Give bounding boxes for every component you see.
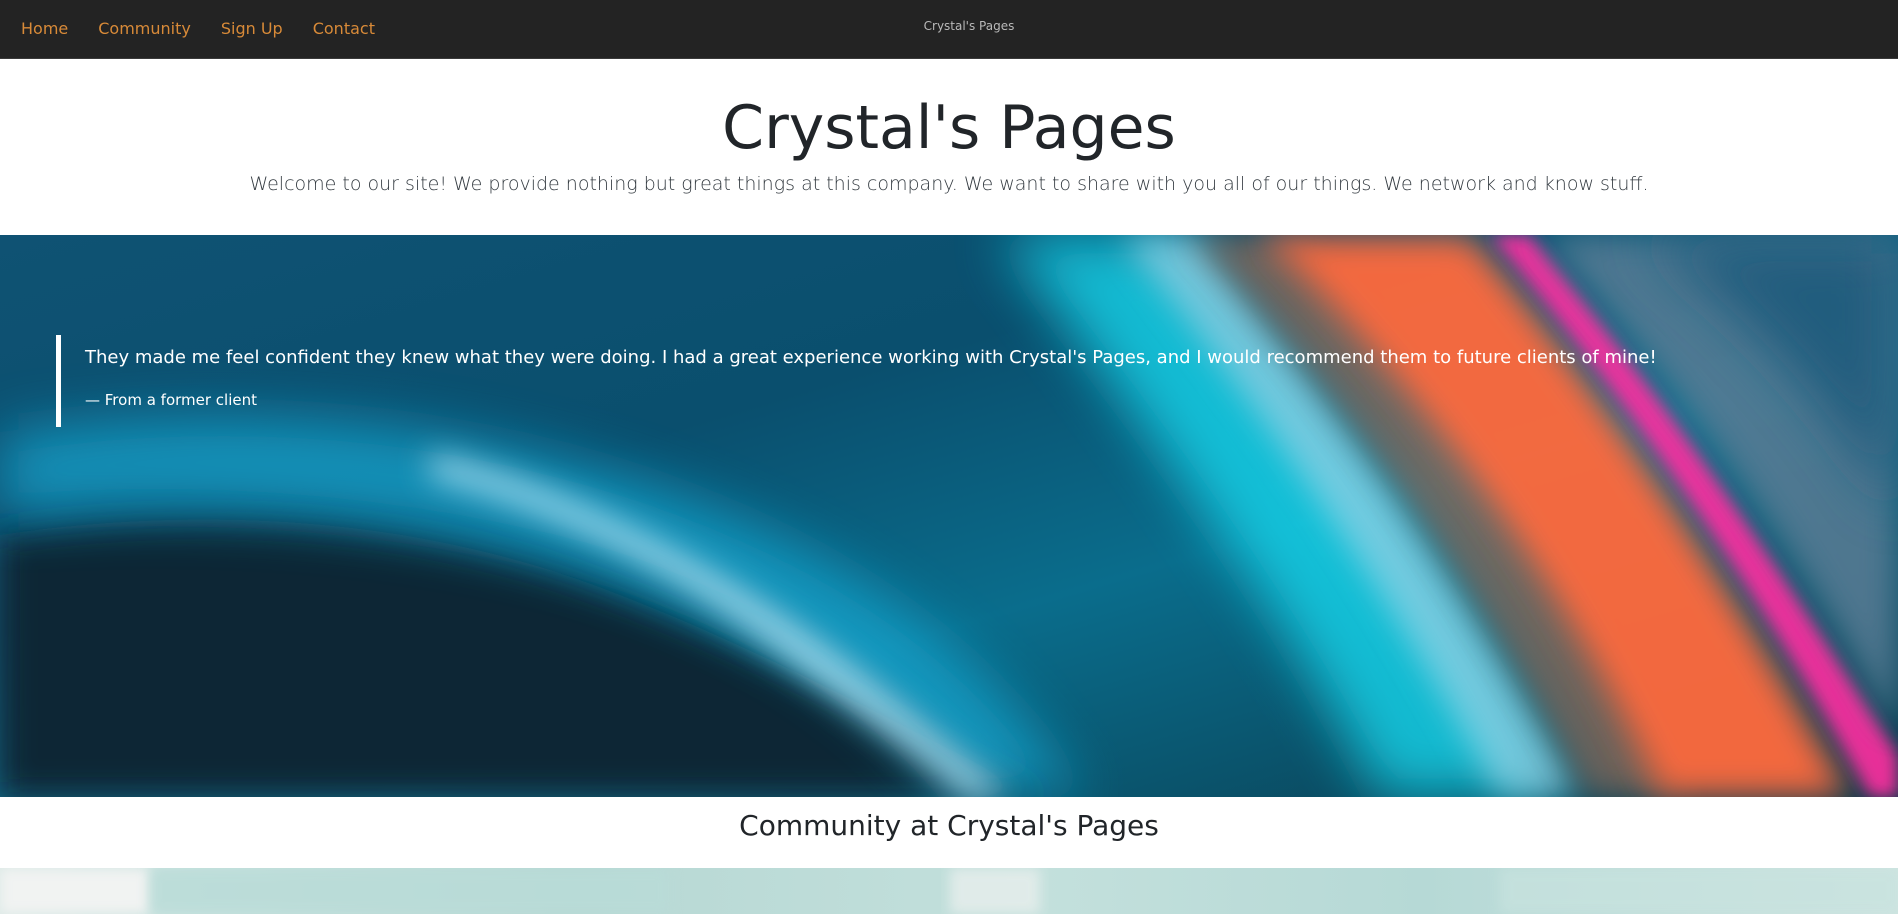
page-subtitle: Welcome to our site! We provide nothing …	[249, 173, 1649, 195]
community-image	[0, 868, 1898, 914]
testimonial-source: — From a former client	[85, 391, 257, 409]
testimonial-hero: They made me feel confident they knew wh…	[0, 235, 1898, 797]
testimonial-text: They made me feel confident they knew wh…	[85, 347, 1657, 368]
page-title: Crystal's Pages	[722, 93, 1176, 163]
top-navbar: Home Community Sign Up Contact Crystal's…	[0, 0, 1898, 59]
nav-brand[interactable]: Crystal's Pages	[0, 19, 1898, 33]
testimonial-quote: They made me feel confident they knew wh…	[56, 335, 1836, 427]
community-section: Community at Crystal's Pages	[0, 797, 1898, 868]
community-heading: Community at Crystal's Pages	[739, 809, 1159, 842]
page-header: Crystal's Pages Welcome to our site! We …	[0, 59, 1898, 235]
hero-background-image	[0, 235, 1898, 797]
